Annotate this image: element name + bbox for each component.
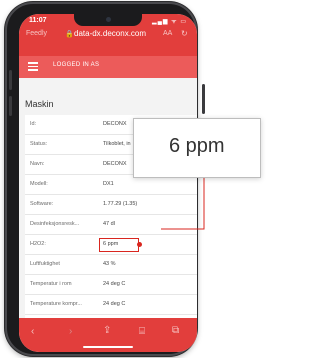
info-row-compressor-temp: Temperature kompr... 24 deg C [25,295,197,315]
row-label: H2O2: [30,241,46,247]
info-row-h2o2: H2O2: 6 ppm [25,235,197,255]
volume-up-button [9,70,12,90]
reload-icon[interactable]: ↻ [181,29,188,38]
home-indicator[interactable] [83,346,133,348]
browser-toolbar: ‹ › ⇪ ⌸ ⧉ [19,318,197,352]
lock-icon: 🔒 [65,31,74,38]
highlight-dot [137,242,142,247]
back-icon[interactable]: ‹ [31,326,34,337]
notch [74,14,142,26]
text-size-button[interactable]: AA [163,30,172,37]
row-label: Software: [30,201,54,207]
row-value: 43 % [103,261,116,267]
url-bar[interactable]: Feedly 🔒 data-dx.deconx.com AA ↻ [19,29,197,43]
page-content: Maskin Id: DECONX Status: Tilkoblet, in … [19,78,197,330]
info-row-room-temp: Temperatur i rom 24 deg C [25,275,197,295]
row-value: 24 deg C [103,281,126,287]
row-label: Temperatur i rom [30,281,72,287]
app-header: LOGGED IN AS [19,56,197,78]
phone-frame: 11:07 ▂▄▆ ᯤ ▭ Feedly 🔒 data-dx.deconx.co… [5,2,205,356]
highlight-box [99,238,139,252]
row-label: Modell: [30,181,48,187]
status-icons: ▂▄▆ ᯤ ▭ [152,19,187,25]
volume-down-button [9,96,12,116]
status-time: 11:07 [29,17,47,24]
tabs-icon[interactable]: ⧉ [172,325,179,336]
page-title: Maskin [25,99,54,109]
row-label: Id: [30,121,37,127]
info-row-disinfectant: Desinfeksjonsresk... 47 dl [25,215,197,235]
phone-screen: 11:07 ▂▄▆ ᯤ ▭ Feedly 🔒 data-dx.deconx.co… [19,14,197,352]
url-text[interactable]: data-dx.deconx.com [74,29,146,38]
row-value: 1.77.29 (1.35) [103,201,138,207]
info-row-humidity: Luftfuktighet 43 % [25,255,197,275]
callout-value: 6 ppm [169,135,225,157]
row-label: Status: [30,141,48,147]
bookmarks-icon[interactable]: ⌸ [139,326,145,337]
row-value: 24 deg C [103,301,126,307]
row-label: Luftfuktighet [30,261,60,267]
info-row-model: Modell: DX1 [25,175,197,195]
logged-in-label: LOGGED IN AS [53,62,100,68]
row-value: DX1 [103,181,114,187]
power-button [202,84,205,114]
row-value: 47 dl [103,221,115,227]
magnified-callout: 6 ppm [133,118,261,178]
row-label: Temperature kompr... [30,301,82,307]
camera-icon [106,17,111,22]
row-label: Navn: [30,161,45,167]
row-label: Desinfeksjonsresk... [30,221,80,227]
menu-icon[interactable] [28,62,38,71]
info-row-software: Software: 1.77.29 (1.35) [25,195,197,215]
back-to-app-link[interactable]: Feedly [26,30,47,37]
share-icon[interactable]: ⇪ [103,325,111,336]
forward-icon[interactable]: › [69,326,72,337]
